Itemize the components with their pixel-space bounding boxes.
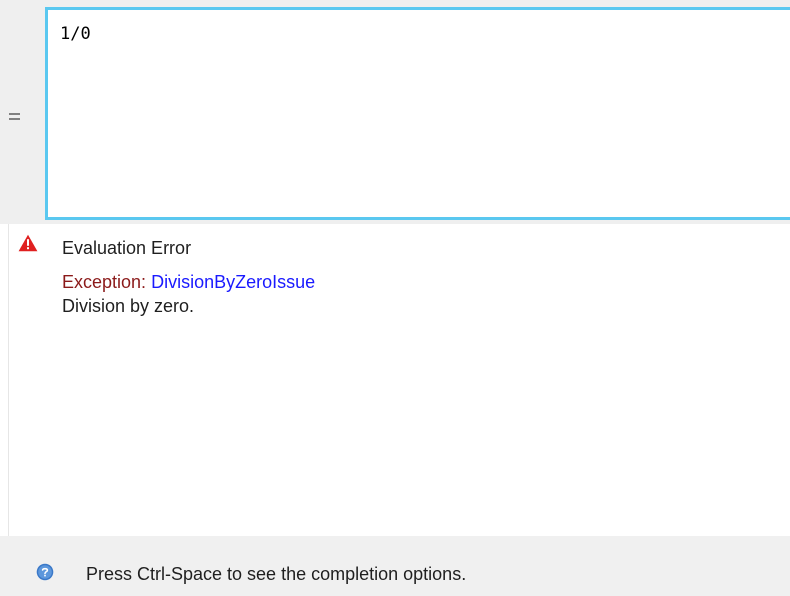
expression-text[interactable]: 1/0 <box>60 24 91 44</box>
equals-icon <box>9 113 20 121</box>
exception-type-link[interactable]: DivisionByZeroIssue <box>151 272 315 292</box>
expression-editor-area: 1/0 <box>0 0 790 224</box>
help-icon <box>36 563 54 581</box>
error-message: Division by zero. <box>62 296 195 316</box>
error-title: Evaluation Error <box>62 238 192 258</box>
expression-input[interactable]: 1/0 <box>45 7 790 220</box>
exception-label: Exception: <box>62 272 147 292</box>
result-divider <box>8 224 9 536</box>
evaluation-result-panel: Evaluation Error Exception: DivisionByZe… <box>0 224 790 536</box>
status-bar: Press Ctrl-Space to see the completion o… <box>0 536 790 596</box>
status-hint-text: Press Ctrl-Space to see the completion o… <box>86 564 467 584</box>
warning-icon <box>18 234 38 252</box>
exception-line: Exception: DivisionByZeroIssue <box>62 272 315 293</box>
